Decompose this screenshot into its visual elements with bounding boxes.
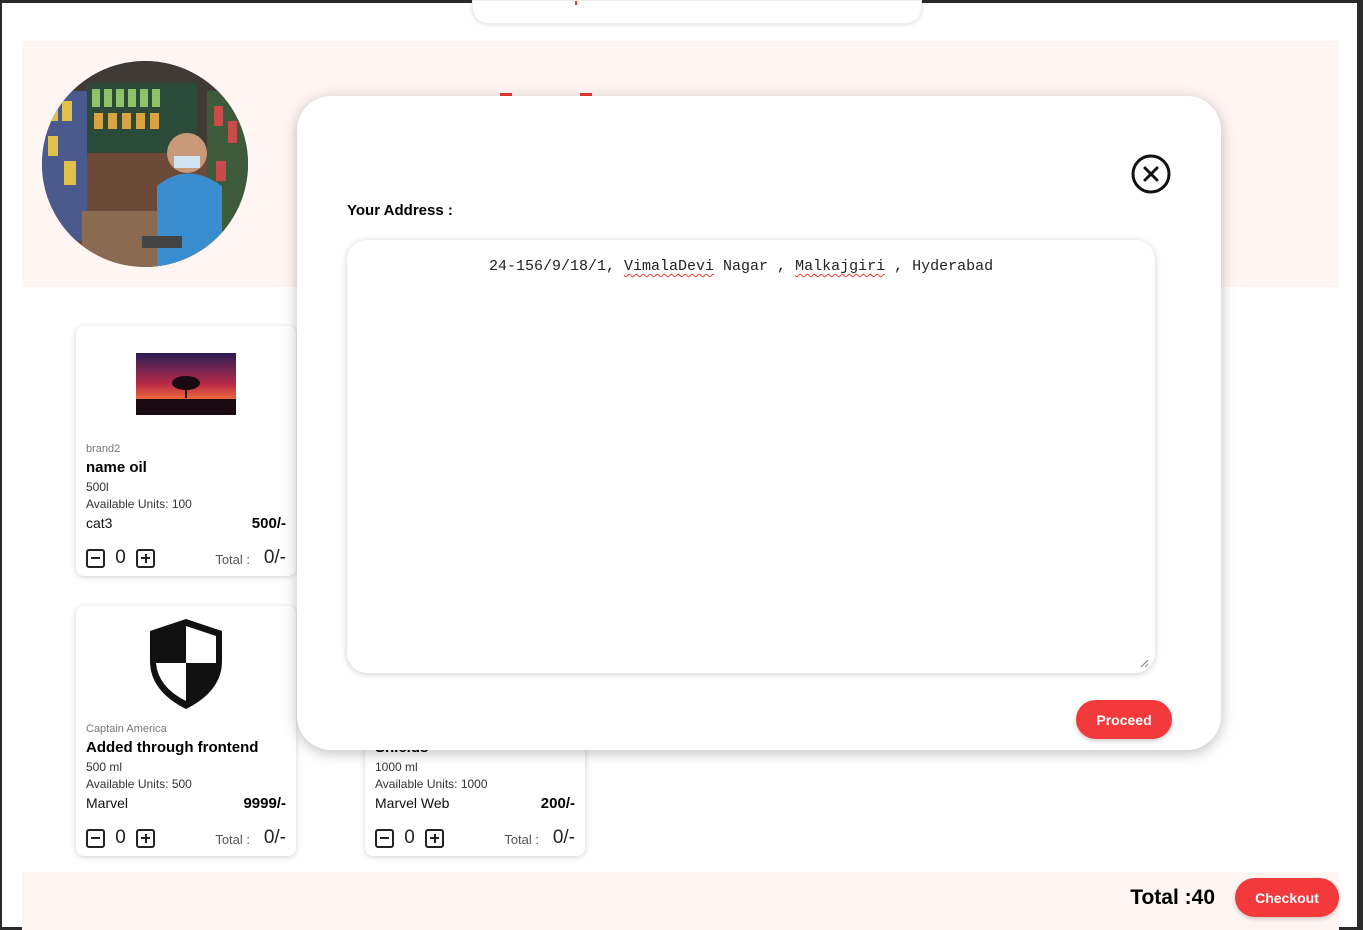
address-textarea[interactable]: 24-156/9/18/1, VimalaDevi Nagar , Malkaj…: [347, 240, 1155, 673]
minus-icon[interactable]: [375, 828, 394, 848]
cursor-marker: [575, 1, 577, 5]
product-card: brand2 name oil 500l Available Units: 10…: [76, 326, 296, 576]
product-name: Added through frontend: [86, 739, 259, 756]
quantity-stepper: 0: [86, 547, 155, 569]
plus-icon[interactable]: [136, 828, 155, 848]
top-search-bar[interactable]: [472, 0, 922, 24]
checkout-button[interactable]: Checkout: [1235, 878, 1339, 917]
product-available-units: Available Units: 1000: [375, 777, 488, 791]
plus-icon[interactable]: [425, 828, 444, 848]
product-category: Marvel: [86, 795, 129, 811]
shop-owner-photo: [42, 61, 248, 267]
quantity-stepper: 0: [375, 827, 444, 849]
product-quantity: 1000 ml: [375, 760, 418, 774]
address-value: 24-156/9/18/1, VimalaDevi Nagar , Malkaj…: [489, 258, 994, 275]
line-total-value: 0/-: [263, 547, 286, 568]
product-quantity: 500l: [86, 480, 109, 494]
line-total-label: Total :: [215, 552, 250, 567]
product-image: [76, 326, 296, 441]
minus-icon[interactable]: [86, 828, 105, 848]
address-label: Your Address :: [347, 202, 453, 219]
app-window: brand2 name oil 500l Available Units: 10…: [0, 0, 1363, 930]
quantity-stepper: 0: [86, 827, 155, 849]
product-card: Captain America Added through frontend 5…: [76, 606, 296, 856]
product-available-units: Available Units: 500: [86, 777, 192, 791]
line-total-label: Total :: [215, 832, 250, 847]
close-circle-icon[interactable]: [1131, 154, 1171, 194]
line-total-value: 0/-: [552, 827, 575, 848]
sunset-tree-image: [136, 352, 236, 415]
resize-handle-icon[interactable]: [1140, 659, 1149, 668]
product-price: 500/-: [251, 515, 286, 532]
product-image: [76, 606, 296, 721]
product-price: 200/-: [540, 795, 575, 812]
minus-icon[interactable]: [86, 548, 105, 568]
cart-footer: Total :40 Checkout: [22, 872, 1339, 930]
product-category: Marvel Web: [375, 795, 450, 811]
product-available-units: Available Units: 100: [86, 497, 192, 511]
cart-total: Total :40: [1130, 886, 1215, 909]
product-brand: brand2: [86, 443, 121, 455]
quantity-count: 0: [115, 547, 126, 568]
product-category: cat3: [86, 515, 113, 531]
product-quantity: 500 ml: [86, 760, 123, 774]
quantity-count: 0: [115, 827, 126, 848]
quantity-count: 0: [404, 827, 415, 848]
address-modal: Your Address : 24-156/9/18/1, VimalaDevi…: [297, 96, 1221, 750]
line-total-label: Total :: [504, 832, 539, 847]
product-price: 9999/-: [243, 795, 286, 812]
line-total-value: 0/-: [263, 827, 286, 848]
product-name: name oil: [86, 459, 147, 476]
shield-icon: [150, 618, 222, 709]
product-brand: Captain America: [86, 723, 167, 735]
plus-icon[interactable]: [136, 548, 155, 568]
proceed-button[interactable]: Proceed: [1076, 700, 1172, 739]
